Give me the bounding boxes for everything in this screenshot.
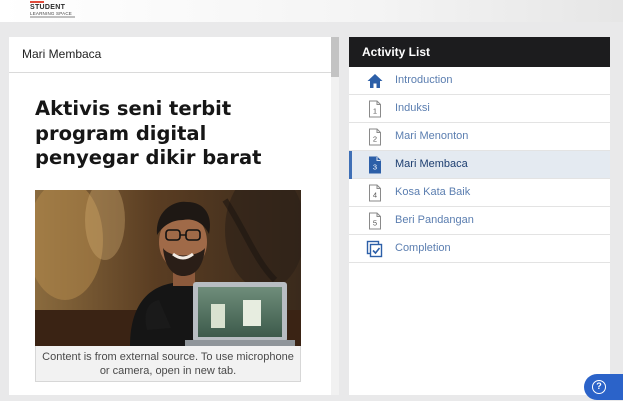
activity-item-label: Induksi bbox=[395, 102, 430, 114]
content-panel-title: Mari Membaca bbox=[22, 47, 102, 61]
scrollbar-thumb[interactable] bbox=[331, 37, 339, 77]
content-panel: Mari Membaca Aktivis seni terbit program… bbox=[9, 37, 339, 395]
help-button[interactable]: ? bbox=[584, 374, 623, 400]
activity-list-header: Activity List bbox=[349, 37, 610, 67]
content-scrollbar[interactable] bbox=[331, 37, 339, 395]
activity-item-completion[interactable]: Completion bbox=[349, 235, 610, 263]
help-icon: ? bbox=[592, 380, 606, 394]
article-photo-illustration bbox=[35, 190, 301, 346]
activity-list-title: Activity List bbox=[362, 45, 431, 59]
activity-item-induksi[interactable]: 1 Induksi bbox=[349, 95, 610, 123]
activity-item-kosa-kata-baik[interactable]: 4 Kosa Kata Baik bbox=[349, 179, 610, 207]
article-headline: Aktivis seni terbit program digital peny… bbox=[35, 97, 262, 169]
page-4-icon: 4 bbox=[366, 184, 384, 202]
activity-item-beri-pandangan[interactable]: 5 Beri Pandangan bbox=[349, 207, 610, 235]
page-number: 4 bbox=[373, 191, 377, 200]
page-number: 2 bbox=[373, 135, 377, 144]
article-photo bbox=[35, 190, 301, 346]
activity-item-mari-membaca[interactable]: 3 Mari Membaca bbox=[349, 151, 610, 179]
page-number: 5 bbox=[373, 219, 377, 228]
external-content-caption: Content is from external source. To use … bbox=[35, 346, 301, 382]
top-bar: STUDENT LEARNING SPACE bbox=[0, 0, 623, 22]
page-5-icon: 5 bbox=[366, 212, 384, 230]
page-number: 3 bbox=[373, 163, 377, 172]
activity-item-label: Introduction bbox=[395, 74, 453, 86]
page-1-icon: 1 bbox=[366, 100, 384, 118]
activity-item-mari-menonton[interactable]: 2 Mari Menonton bbox=[349, 123, 610, 151]
completion-icon bbox=[366, 240, 384, 258]
activity-item-label: Kosa Kata Baik bbox=[395, 186, 471, 198]
page-number: 1 bbox=[373, 107, 377, 116]
home-icon bbox=[366, 72, 384, 90]
student-learning-space-logo[interactable]: STUDENT LEARNING SPACE bbox=[30, 1, 80, 20]
activity-list-panel: Activity List Introduction 1 Induksi 2 M… bbox=[349, 37, 610, 395]
page-2-icon: 2 bbox=[366, 128, 384, 146]
page-3-icon: 3 bbox=[366, 156, 384, 174]
activity-item-label: Mari Membaca bbox=[395, 158, 468, 170]
activity-item-introduction[interactable]: Introduction bbox=[349, 67, 610, 95]
logo-accent-bar bbox=[30, 1, 44, 3]
activity-item-label: Beri Pandangan bbox=[395, 214, 474, 226]
activity-item-label: Completion bbox=[395, 242, 451, 254]
activity-item-label: Mari Menonton bbox=[395, 130, 469, 142]
logo-line-1: STUDENT bbox=[30, 4, 66, 11]
content-panel-header: Mari Membaca bbox=[9, 37, 331, 73]
logo-tagline-bar bbox=[30, 16, 75, 18]
